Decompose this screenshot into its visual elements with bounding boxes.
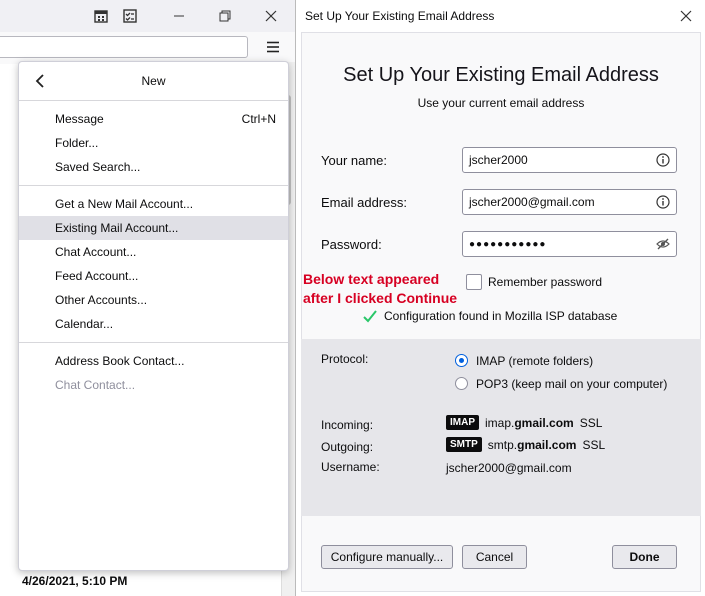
menu-separator: [19, 342, 288, 343]
imap-option-label[interactable]: IMAP (remote folders): [476, 354, 593, 368]
outgoing-label: Outgoing:: [321, 440, 374, 454]
annotation-text: Below text appeared after I clicked Cont…: [303, 271, 458, 306]
menu-separator: [19, 185, 288, 186]
menu-item-existing-mail-account[interactable]: Existing Mail Account...: [19, 216, 288, 240]
menu-item-label: Other Accounts...: [55, 293, 148, 307]
password-label: Password:: [321, 237, 382, 252]
remember-password-label[interactable]: Remember password: [488, 275, 602, 289]
menu-item-chat-contact: Chat Contact...: [19, 373, 288, 397]
password-field[interactable]: ●●●●●●●●●●●: [462, 231, 677, 257]
calendar-icon[interactable]: [88, 5, 114, 27]
menu-title: New: [141, 74, 166, 88]
menu-header: New: [19, 62, 288, 100]
menu-separator: [19, 100, 288, 101]
account-setup-dialog: Set Up Your Existing Email Address Set U…: [295, 0, 705, 596]
cancel-button[interactable]: Cancel: [462, 545, 527, 569]
pop3-option-label[interactable]: POP3 (keep mail on your computer): [476, 377, 667, 391]
menu-item-calendar[interactable]: Calendar...: [19, 312, 288, 336]
menu-item-chat-account[interactable]: Chat Account...: [19, 240, 288, 264]
incoming-label: Incoming:: [321, 418, 374, 432]
menu-item-label: Folder...: [55, 136, 99, 150]
pop3-radio[interactable]: [455, 377, 468, 390]
outgoing-host: smtp.gmail.com: [487, 437, 577, 452]
email-label: Email address:: [321, 195, 407, 210]
protocol-label: Protocol:: [321, 352, 369, 366]
menu-item-folder[interactable]: Folder...: [19, 131, 288, 155]
username-value: jscher2000@gmail.com: [446, 461, 572, 475]
password-value: ●●●●●●●●●●●: [469, 238, 547, 250]
outgoing-server: SMTP smtp.gmail.com SSL: [446, 437, 605, 452]
menu-item-address-book-contact[interactable]: Address Book Contact...: [19, 349, 288, 373]
search-bar[interactable]: [0, 36, 248, 58]
email-value: jscher2000@gmail.com: [469, 195, 595, 209]
title-bar: [0, 0, 295, 32]
incoming-host: imap.gmail.com: [485, 415, 574, 430]
menu-item-label: Address Book Contact...: [55, 354, 185, 368]
incoming-server: IMAP imap.gmail.com SSL: [446, 415, 602, 430]
info-icon[interactable]: [656, 153, 670, 167]
message-date: 4/26/2021, 5:10 PM: [22, 574, 128, 588]
menu-item-other-accounts[interactable]: Other Accounts...: [19, 288, 288, 312]
username-label: Username:: [321, 460, 380, 474]
new-submenu: New Message Ctrl+N Folder... Saved Searc…: [18, 61, 289, 571]
email-field[interactable]: jscher2000@gmail.com: [462, 189, 677, 215]
done-button[interactable]: Done: [612, 545, 677, 569]
dialog-title-bar: Set Up Your Existing Email Address: [296, 0, 705, 32]
restore-icon[interactable]: [212, 5, 238, 27]
tasks-icon[interactable]: [117, 5, 143, 27]
dialog-window-title: Set Up Your Existing Email Address: [305, 9, 495, 23]
configure-manually-button[interactable]: Configure manually...: [321, 545, 453, 569]
menu-item-label: Calendar...: [55, 317, 114, 331]
outgoing-security: SSL: [582, 437, 606, 452]
menu-item-new-mail-account[interactable]: Get a New Mail Account...: [19, 192, 288, 216]
hide-password-icon[interactable]: [656, 237, 670, 251]
menu-item-saved-search[interactable]: Saved Search...: [19, 155, 288, 179]
menu-item-feed-account[interactable]: Feed Account...: [19, 264, 288, 288]
dialog-heading: Set Up Your Existing Email Address: [343, 64, 659, 86]
menu-item-label: Chat Account...: [55, 245, 137, 259]
imap-radio[interactable]: [455, 354, 468, 367]
menu-item-label: Saved Search...: [55, 160, 141, 174]
menu-item-label: Existing Mail Account...: [55, 221, 179, 235]
menu-item-shortcut: Ctrl+N: [241, 112, 276, 126]
name-field[interactable]: jscher2000: [462, 147, 677, 173]
checkmark-icon: [363, 310, 377, 323]
menu-item-label: Message: [55, 112, 104, 126]
minimize-icon[interactable]: [166, 5, 192, 27]
dialog-close-icon[interactable]: [673, 5, 699, 27]
name-label: Your name:: [321, 153, 388, 168]
remember-password-checkbox[interactable]: [466, 274, 482, 290]
hamburger-menu-icon[interactable]: [260, 35, 286, 59]
close-icon[interactable]: [258, 5, 284, 27]
menu-item-label: Chat Contact...: [55, 378, 136, 392]
info-icon[interactable]: [656, 195, 670, 209]
incoming-security: SSL: [579, 415, 603, 430]
menu-item-label: Feed Account...: [55, 269, 139, 283]
dialog-subheading: Use your current email address: [417, 96, 585, 110]
incoming-protocol-badge: IMAP: [446, 415, 479, 430]
config-status: Configuration found in Mozilla ISP datab…: [384, 309, 618, 323]
menu-item-message[interactable]: Message Ctrl+N: [19, 107, 288, 131]
menu-item-label: Get a New Mail Account...: [55, 197, 194, 211]
outgoing-protocol-badge: SMTP: [446, 437, 482, 452]
name-value: jscher2000: [469, 153, 528, 167]
